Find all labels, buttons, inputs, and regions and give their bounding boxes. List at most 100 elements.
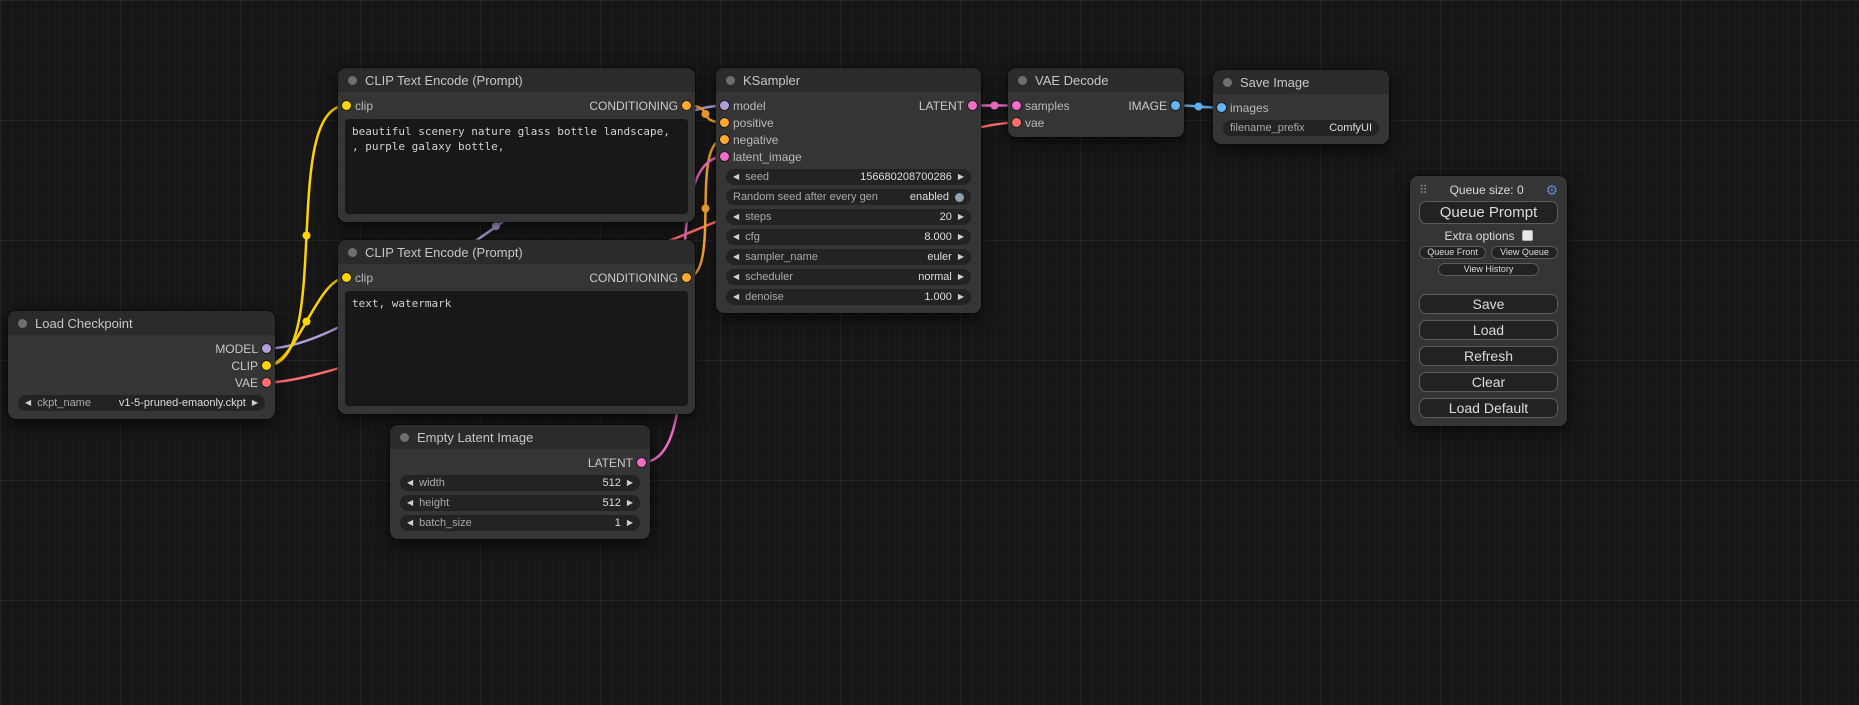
queue-buttons-row: Queue Front View Queue bbox=[1419, 246, 1558, 259]
wire-midpoint-dot bbox=[702, 110, 710, 118]
extra-options-checkbox[interactable] bbox=[1522, 230, 1533, 241]
decrement-arrow-icon[interactable]: ◀ bbox=[733, 273, 739, 281]
port-label: clip bbox=[355, 99, 373, 113]
batch-size-widget[interactable]: ◀ batch_size 1 ▶ bbox=[400, 515, 640, 531]
clear-button[interactable]: Clear bbox=[1419, 372, 1558, 392]
widget-value: 512 bbox=[602, 477, 620, 489]
decrement-arrow-icon[interactable]: ◀ bbox=[733, 173, 739, 181]
widget-label: height bbox=[419, 497, 449, 509]
node-title-bar[interactable]: VAE Decode bbox=[1008, 68, 1184, 92]
settings-gear-icon[interactable]: ⚙ bbox=[1545, 182, 1558, 199]
refresh-button[interactable]: Refresh bbox=[1419, 346, 1558, 366]
model-input-dot[interactable] bbox=[720, 101, 729, 110]
node-clip-text-encode-negative[interactable]: CLIP Text Encode (Prompt) clip CONDITION… bbox=[338, 240, 695, 414]
conditioning-output-dot[interactable] bbox=[682, 101, 691, 110]
clip-input-dot[interactable] bbox=[342, 101, 351, 110]
latent-image-input-dot[interactable] bbox=[720, 152, 729, 161]
sampler-name-widget[interactable]: ◀ sampler_name euler ▶ bbox=[726, 249, 971, 265]
output-port-clip: CLIP bbox=[8, 357, 275, 374]
increment-arrow-icon[interactable]: ▶ bbox=[958, 253, 964, 261]
clip-port-dot[interactable] bbox=[262, 361, 271, 370]
height-widget[interactable]: ◀ height 512 ▶ bbox=[400, 495, 640, 511]
decrement-arrow-icon[interactable]: ◀ bbox=[407, 479, 413, 487]
samples-input-dot[interactable] bbox=[1012, 101, 1021, 110]
queue-size-label: Queue size: 0 bbox=[1450, 183, 1524, 197]
vae-input-dot[interactable] bbox=[1012, 118, 1021, 127]
negative-input-dot[interactable] bbox=[720, 135, 729, 144]
negative-prompt-textarea[interactable]: text, watermark bbox=[345, 291, 688, 406]
increment-arrow-icon[interactable]: ▶ bbox=[958, 273, 964, 281]
drag-handle-icon[interactable]: ⠿ bbox=[1419, 183, 1428, 197]
positive-prompt-textarea[interactable]: beautiful scenery nature glass bottle la… bbox=[345, 119, 688, 214]
port-row: model LATENT bbox=[716, 97, 981, 114]
node-save-image[interactable]: Save Image images filename_prefix ComfyU… bbox=[1213, 70, 1389, 144]
width-widget[interactable]: ◀ width 512 ▶ bbox=[400, 475, 640, 491]
clip-input-dot[interactable] bbox=[342, 273, 351, 282]
node-title-bar[interactable]: Empty Latent Image bbox=[390, 425, 650, 449]
vae-port-dot[interactable] bbox=[262, 378, 271, 387]
queue-front-button[interactable]: Queue Front bbox=[1419, 246, 1486, 259]
extra-options-row: Extra options bbox=[1419, 229, 1558, 242]
view-history-button[interactable]: View History bbox=[1438, 263, 1538, 276]
collapse-dot-icon[interactable] bbox=[726, 76, 735, 85]
images-input-dot[interactable] bbox=[1217, 103, 1226, 112]
decrement-arrow-icon[interactable]: ◀ bbox=[733, 293, 739, 301]
collapse-dot-icon[interactable] bbox=[348, 76, 357, 85]
view-queue-button[interactable]: View Queue bbox=[1491, 246, 1558, 259]
increment-arrow-icon[interactable]: ▶ bbox=[958, 293, 964, 301]
cfg-widget[interactable]: ◀ cfg 8.000 ▶ bbox=[726, 229, 971, 245]
node-empty-latent-image[interactable]: Empty Latent Image LATENT ◀ width 512 ▶ … bbox=[390, 425, 650, 539]
save-button[interactable]: Save bbox=[1419, 294, 1558, 314]
ckpt-name-widget[interactable]: ◀ ckpt_name v1-5-pruned-emaonly.ckpt ▶ bbox=[18, 395, 265, 411]
collapse-dot-icon[interactable] bbox=[348, 248, 357, 257]
node-vae-decode[interactable]: VAE Decode samples IMAGE vae bbox=[1008, 68, 1184, 137]
steps-widget[interactable]: ◀ steps 20 ▶ bbox=[726, 209, 971, 225]
node-title-text: Empty Latent Image bbox=[417, 430, 533, 445]
random-seed-toggle-widget[interactable]: Random seed after every gen enabled bbox=[726, 189, 971, 205]
increment-arrow-icon[interactable]: ▶ bbox=[958, 173, 964, 181]
node-title-bar[interactable]: Load Checkpoint bbox=[8, 311, 275, 335]
collapse-dot-icon[interactable] bbox=[1223, 78, 1232, 87]
increment-arrow-icon[interactable]: ▶ bbox=[958, 213, 964, 221]
model-port-dot[interactable] bbox=[262, 344, 271, 353]
load-default-button[interactable]: Load Default bbox=[1419, 398, 1558, 418]
increment-arrow-icon[interactable]: ▶ bbox=[958, 233, 964, 241]
decrement-arrow-icon[interactable]: ◀ bbox=[407, 499, 413, 507]
node-clip-text-encode-positive[interactable]: CLIP Text Encode (Prompt) clip CONDITION… bbox=[338, 68, 695, 222]
increment-arrow-icon[interactable]: ▶ bbox=[627, 479, 633, 487]
load-button[interactable]: Load bbox=[1419, 320, 1558, 340]
widget-value: 156680208700286 bbox=[860, 171, 952, 183]
decrement-arrow-icon[interactable]: ◀ bbox=[733, 213, 739, 221]
increment-arrow-icon[interactable]: ▶ bbox=[627, 499, 633, 507]
port-label: IMAGE bbox=[1128, 99, 1167, 113]
node-ksampler[interactable]: KSampler model LATENT positive negative … bbox=[716, 68, 981, 313]
denoise-widget[interactable]: ◀ denoise 1.000 ▶ bbox=[726, 289, 971, 305]
collapse-dot-icon[interactable] bbox=[400, 433, 409, 442]
filename-prefix-widget[interactable]: filename_prefix ComfyUI bbox=[1223, 120, 1379, 136]
increment-arrow-icon[interactable]: ▶ bbox=[627, 519, 633, 527]
decrement-arrow-icon[interactable]: ◀ bbox=[25, 399, 31, 407]
scheduler-widget[interactable]: ◀ scheduler normal ▶ bbox=[726, 269, 971, 285]
increment-arrow-icon[interactable]: ▶ bbox=[252, 399, 258, 407]
queue-panel-header: ⠿ Queue size: 0 ⚙ bbox=[1419, 182, 1558, 198]
node-load-checkpoint[interactable]: Load Checkpoint MODEL CLIP VAE ◀ ckpt_na… bbox=[8, 311, 275, 419]
collapse-dot-icon[interactable] bbox=[1018, 76, 1027, 85]
latent-port-dot[interactable] bbox=[637, 458, 646, 467]
node-title-bar[interactable]: Save Image bbox=[1213, 70, 1389, 94]
seed-widget[interactable]: ◀ seed 156680208700286 ▶ bbox=[726, 169, 971, 185]
queue-prompt-button[interactable]: Queue Prompt bbox=[1419, 201, 1558, 224]
node-title-bar[interactable]: CLIP Text Encode (Prompt) bbox=[338, 68, 695, 92]
positive-input-dot[interactable] bbox=[720, 118, 729, 127]
toggle-indicator-icon[interactable] bbox=[955, 193, 964, 202]
conditioning-output-dot[interactable] bbox=[682, 273, 691, 282]
decrement-arrow-icon[interactable]: ◀ bbox=[733, 233, 739, 241]
decrement-arrow-icon[interactable]: ◀ bbox=[407, 519, 413, 527]
node-title-bar[interactable]: KSampler bbox=[716, 68, 981, 92]
node-title-bar[interactable]: CLIP Text Encode (Prompt) bbox=[338, 240, 695, 264]
port-label: positive bbox=[733, 116, 774, 130]
image-output-dot[interactable] bbox=[1171, 101, 1180, 110]
port-label: CLIP bbox=[231, 359, 258, 373]
latent-output-dot[interactable] bbox=[968, 101, 977, 110]
collapse-dot-icon[interactable] bbox=[18, 319, 27, 328]
decrement-arrow-icon[interactable]: ◀ bbox=[733, 253, 739, 261]
